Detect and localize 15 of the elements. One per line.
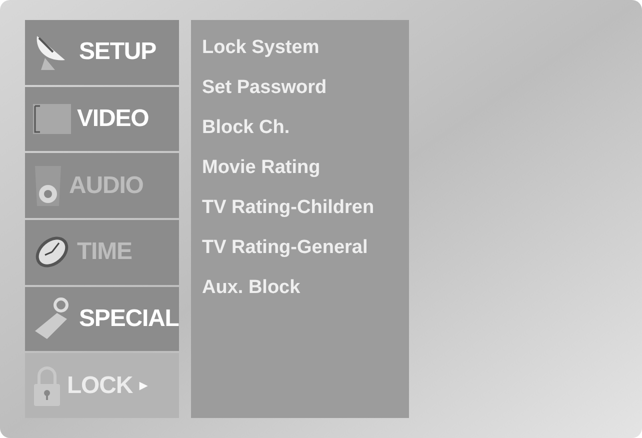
submenu-item[interactable]: Block Ch. bbox=[202, 114, 409, 142]
submenu-item[interactable]: TV Rating-General bbox=[202, 234, 409, 262]
menu-item[interactable]: VIDEO bbox=[25, 86, 179, 152]
submenu-item[interactable]: TV Rating-Children bbox=[202, 194, 409, 222]
menu-item[interactable]: LOCK ► bbox=[25, 353, 179, 418]
menu-item[interactable]: SETUP bbox=[25, 20, 179, 85]
submenu-item[interactable]: Aux. Block bbox=[202, 274, 409, 302]
submenu-item[interactable]: Set Password bbox=[202, 74, 409, 102]
menu-item[interactable]: SPECIAL bbox=[25, 286, 179, 352]
menu-label: LOCK bbox=[67, 370, 133, 401]
arrow-indicator: ► bbox=[136, 376, 150, 396]
submenu-item[interactable]: Movie Rating bbox=[202, 154, 409, 182]
submenu-item[interactable]: Lock System bbox=[202, 34, 409, 62]
screen-icon bbox=[31, 102, 73, 136]
padlock-icon bbox=[31, 364, 63, 408]
